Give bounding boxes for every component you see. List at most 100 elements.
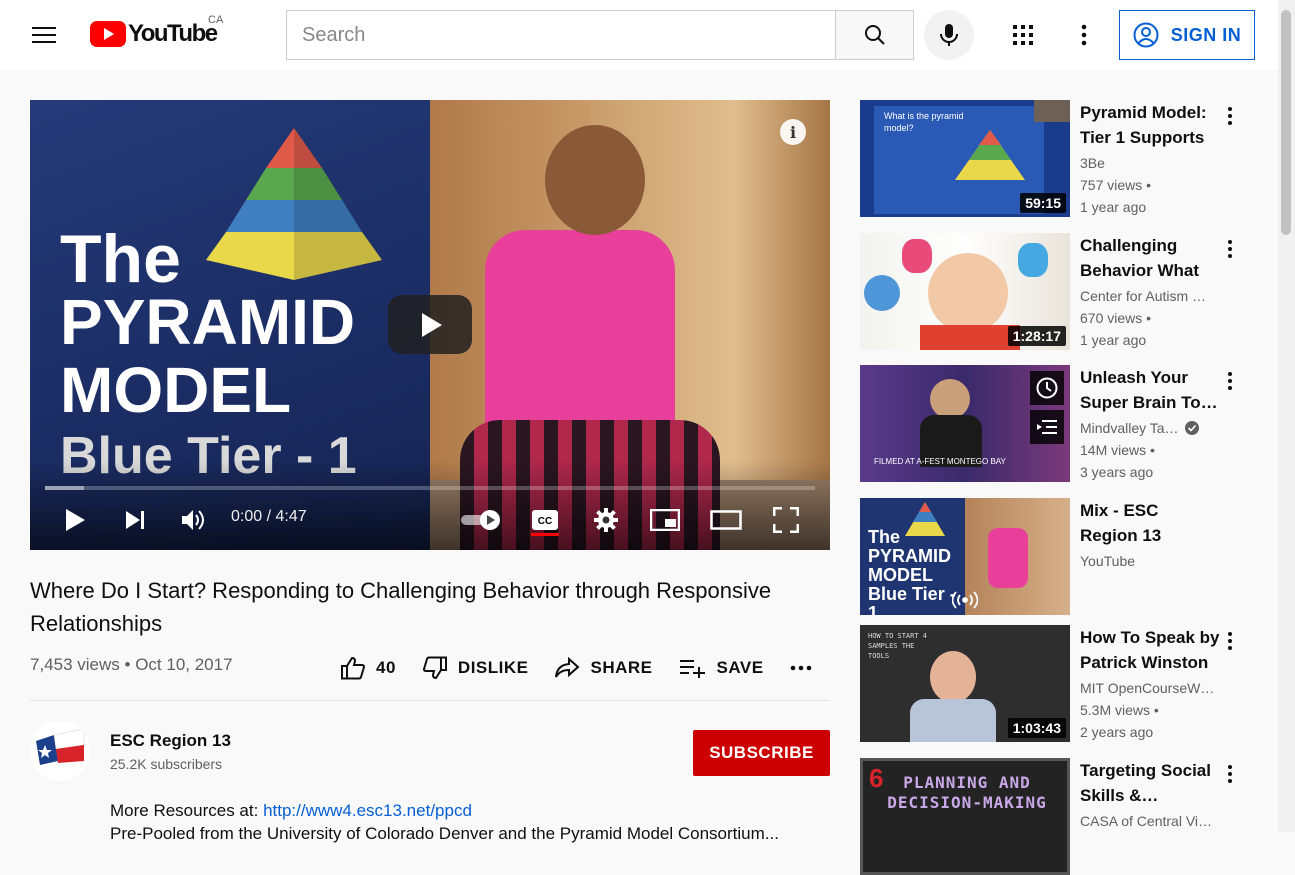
recommendation-age: 1 year ago (1080, 332, 1147, 348)
recommendation-thumbnail[interactable]: HOW TO START 4 SAMPLES THE TOOLS 1:03:43 (860, 625, 1070, 742)
more-vert-icon[interactable] (1220, 235, 1240, 263)
progress-bar[interactable] (45, 486, 815, 490)
recommendation-item[interactable]: What is the pyramid model? 59:15 Pyramid… (860, 100, 1250, 217)
save-button[interactable]: SAVE (679, 658, 764, 678)
settings-more-button[interactable] (1064, 15, 1104, 55)
broadcast-icon (952, 591, 978, 609)
fullscreen-icon (773, 507, 799, 533)
dislike-button[interactable]: DISLIKE (422, 656, 529, 680)
like-button[interactable]: 40 (340, 656, 396, 680)
voice-search-button[interactable] (924, 10, 974, 60)
channel-name[interactable]: ESC Region 13 (110, 731, 231, 751)
search-input[interactable] (286, 10, 835, 60)
rec-thumb-pyramid (955, 130, 1025, 180)
time-display: 0:00 / 4:47 (231, 508, 307, 525)
recommendation-channel[interactable]: YouTube (1080, 553, 1220, 569)
recommendation-age: 1 year ago (1080, 199, 1147, 215)
recommendation-title[interactable]: Mix - ESC Region 13 (1080, 498, 1220, 548)
share-icon (555, 657, 580, 678)
volume-icon (182, 510, 204, 530)
rec-thumb-webcam (1034, 100, 1070, 122)
thumbnail-title-model: MODEL (60, 354, 292, 426)
duration-badge: 59:15 (1020, 193, 1066, 213)
subscribe-button[interactable]: SUBSCRIBE (693, 730, 830, 776)
youtube-logo[interactable]: YouTube CA (90, 14, 223, 48)
rec-channel-name: Mindvalley Ta… (1080, 420, 1179, 436)
thumbs-down-icon (422, 656, 447, 680)
skip-next-icon (126, 511, 144, 529)
settings-button[interactable] (590, 502, 622, 538)
rec-thumb-text: What is the pyramid model? (884, 111, 964, 133)
recommendation-channel[interactable]: Center for Autism … (1080, 288, 1220, 304)
more-vert-icon[interactable] (1220, 367, 1240, 395)
recommendation-thumbnail[interactable]: FILMED AT A-FEST MONTEGO BAY (860, 365, 1070, 482)
recommendation-views: 757 views • (1080, 177, 1152, 193)
rec-view-count: 5.3M views (1080, 702, 1151, 718)
recommendation-title[interactable]: How To Speak by Patrick Winston (1080, 625, 1220, 675)
sign-in-button[interactable]: SIGN IN (1119, 10, 1255, 60)
sign-in-label: SIGN IN (1170, 24, 1242, 45)
hamburger-menu-icon[interactable] (24, 17, 64, 53)
apps-button[interactable] (1003, 15, 1043, 55)
save-label: SAVE (716, 658, 764, 677)
autoplay-toggle[interactable] (458, 502, 504, 538)
recommendation-channel[interactable]: CASA of Central Vi… (1080, 813, 1220, 829)
scrollbar-thumb[interactable] (1281, 10, 1291, 235)
next-button[interactable] (120, 502, 150, 538)
page-scrollbar[interactable] (1278, 0, 1295, 832)
pyramid-graphic (206, 128, 382, 280)
more-vert-icon (1081, 24, 1087, 46)
thumbnail-title-main: PYRAMID MODEL (60, 288, 355, 424)
volume-button[interactable] (179, 502, 209, 538)
recommendation-item[interactable]: HOW TO START 4 SAMPLES THE TOOLS 1:03:43… (860, 625, 1250, 742)
recommendation-item[interactable]: The PYRAMID MODEL Blue Tier - 1 Mix - ES… (860, 498, 1250, 615)
progress-buffered (45, 486, 84, 490)
theater-mode-button[interactable] (709, 502, 743, 538)
search-bar (286, 10, 914, 60)
view-count: 7,453 views (30, 655, 120, 674)
more-vert-icon[interactable] (1220, 102, 1240, 130)
recommendation-item[interactable]: 1:28:17 Challenging Behavior What i… Cen… (860, 233, 1250, 350)
recommendation-item[interactable]: FILMED AT A-FEST MONTEGO BAY Unleash You… (860, 365, 1250, 482)
recommendation-channel[interactable]: MIT OpenCourseW… (1080, 680, 1220, 696)
country-code: CA (208, 14, 224, 26)
miniplayer-button[interactable] (649, 502, 681, 538)
video-title: Where Do I Start? Responding to Challeng… (30, 578, 772, 636)
add-to-queue-button[interactable] (1030, 410, 1064, 444)
recommendation-thumbnail[interactable]: 1:28:17 (860, 233, 1070, 350)
recommendation-title[interactable]: Pyramid Model: Tier 1 Supports (1080, 100, 1220, 150)
recommendation-item[interactable]: 6 PLANNING AND DECISION-MAKING Targeting… (860, 758, 1250, 875)
play-button[interactable] (60, 502, 90, 538)
watch-later-button[interactable] (1030, 371, 1064, 405)
dislike-label: DISLIKE (457, 658, 529, 677)
recommendation-channel[interactable]: Mindvalley Ta… (1080, 420, 1220, 436)
search-button[interactable] (835, 10, 914, 60)
fullscreen-button[interactable] (771, 502, 801, 538)
recommendation-thumbnail[interactable]: The PYRAMID MODEL Blue Tier - 1 (860, 498, 1070, 615)
rec-view-count: 670 views (1080, 310, 1143, 326)
apps-grid-icon (1013, 25, 1033, 45)
like-count: 40 (376, 658, 396, 677)
video-player[interactable]: The PYRAMID MODEL Blue Tier - 1 i 0:00 /… (30, 100, 830, 550)
recommendation-thumbnail[interactable]: 6 PLANNING AND DECISION-MAKING (860, 758, 1070, 875)
recommendation-title[interactable]: Unleash Your Super Brain To… (1080, 365, 1220, 415)
recommendation-title[interactable]: Targeting Social Skills &… (1080, 758, 1220, 808)
info-icon[interactable]: i (780, 119, 806, 145)
thumbs-up-icon (341, 656, 366, 680)
description-link[interactable]: http://www4.esc13.net/ppcd (263, 801, 472, 820)
more-vert-icon[interactable] (1220, 760, 1240, 788)
account-circle-icon (1133, 22, 1159, 48)
recommendation-thumbnail[interactable]: What is the pyramid model? 59:15 (860, 100, 1070, 217)
autoplay-toggle-icon (461, 510, 500, 530)
more-vert-icon[interactable] (1220, 627, 1240, 655)
more-actions-button[interactable] (790, 665, 812, 671)
recommendation-channel[interactable]: 3Be (1080, 155, 1220, 171)
description-line-2: Pre-Pooled from the University of Colora… (110, 824, 779, 843)
channel-avatar[interactable] (30, 721, 90, 781)
recommendation-views: 670 views • (1080, 310, 1152, 326)
share-button[interactable]: SHARE (554, 657, 652, 679)
large-play-button[interactable] (388, 295, 472, 354)
recommendation-title[interactable]: Challenging Behavior What i… (1080, 233, 1220, 283)
recommendation-views: 5.3M views • (1080, 702, 1159, 718)
closed-captions-icon: CC (532, 510, 558, 530)
